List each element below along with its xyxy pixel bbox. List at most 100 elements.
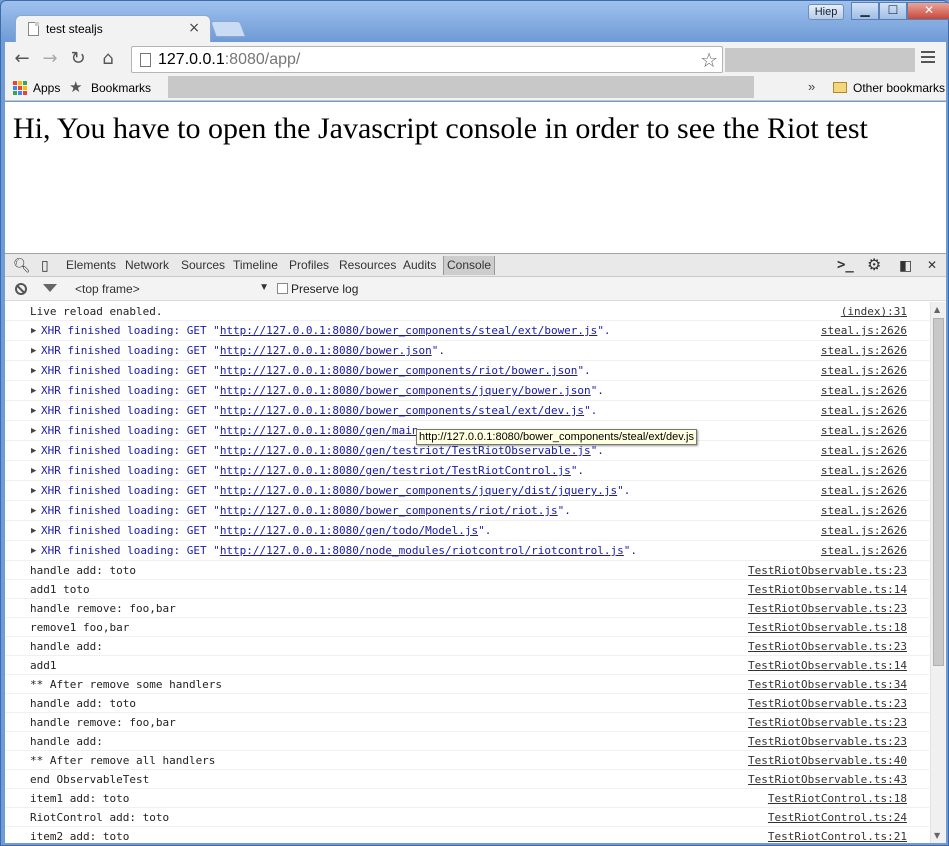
apps-link[interactable]: Apps xyxy=(33,81,60,95)
tab-audits[interactable]: Audits xyxy=(403,258,436,272)
minimize-button[interactable]: ▁ xyxy=(851,2,879,20)
console-xhr-row[interactable]: ▶ XHR finished loading: GET "http://127.0… xyxy=(5,361,929,381)
source-link[interactable]: TestRiotControl.ts:18 xyxy=(768,789,907,808)
resource-link[interactable]: http://127.0.0.1:8080/node_modules/riotc… xyxy=(220,544,624,557)
expand-triangle-icon[interactable]: ▶ xyxy=(31,401,36,421)
source-link[interactable]: TestRiotObservable.ts:23 xyxy=(748,732,907,751)
console-xhr-row[interactable]: ▶ XHR finished loading: GET "http://127.0… xyxy=(5,381,929,401)
console-xhr-row[interactable]: ▶ XHR finished loading: GET "http://127.0… xyxy=(5,401,929,421)
console-scrollbar[interactable]: ▲ ▼ xyxy=(930,302,946,843)
source-link[interactable]: TestRiotObservable.ts:40 xyxy=(748,751,907,770)
console-xhr-row[interactable]: ▶ XHR finished loading: GET "http://127.0… xyxy=(5,341,929,361)
console-xhr-row[interactable]: ▶ XHR finished loading: GET "http://127.0… xyxy=(5,541,929,561)
bookmarks-link[interactable]: Bookmarks xyxy=(91,81,151,95)
scroll-up-icon[interactable]: ▲ xyxy=(934,305,940,314)
browser-tab[interactable]: test stealjs × xyxy=(15,15,211,43)
profile-badge[interactable]: Hiep xyxy=(808,4,844,20)
console-xhr-row[interactable]: ▶ XHR finished loading: GET "http://127.0… xyxy=(5,461,929,481)
resource-link[interactable]: http://127.0.0.1:8080/bower_components/j… xyxy=(220,384,591,397)
gear-icon[interactable]: ⚙ xyxy=(867,255,881,275)
source-link[interactable]: TestRiotObservable.ts:23 xyxy=(748,561,907,580)
bookmarks-overflow-icon[interactable]: » xyxy=(808,79,815,94)
resource-link[interactable]: http://127.0.0.1:8080/bower_components/j… xyxy=(220,484,617,497)
device-mode-icon[interactable]: ▯ xyxy=(41,257,49,274)
source-link[interactable]: TestRiotObservable.ts:18 xyxy=(748,618,907,637)
source-link[interactable]: steal.js:2626 xyxy=(821,361,907,381)
scroll-down-icon[interactable]: ▼ xyxy=(934,831,940,840)
inspect-search-icon[interactable]: 🔍︎ xyxy=(13,257,31,274)
resource-link[interactable]: http://127.0.0.1:8080/gen/testriot/TestR… xyxy=(220,444,591,457)
source-link[interactable]: steal.js:2626 xyxy=(821,381,907,401)
resource-link[interactable]: http://127.0.0.1:8080/bower_components/s… xyxy=(220,404,584,417)
address-bar[interactable]: 127.0.0.1:8080/app/ ☆ xyxy=(131,46,723,73)
resource-link[interactable]: http://127.0.0.1:8080/bower_components/r… xyxy=(220,364,578,377)
tab-network[interactable]: Network xyxy=(125,258,169,272)
source-link[interactable]: TestRiotObservable.ts:34 xyxy=(748,675,907,694)
source-link[interactable]: TestRiotControl.ts:21 xyxy=(768,827,907,843)
source-link[interactable]: steal.js:2626 xyxy=(821,521,907,541)
tab-timeline[interactable]: Timeline xyxy=(233,258,278,272)
other-bookmarks-link[interactable]: Other bookmarks xyxy=(853,81,945,95)
bookmark-star-icon[interactable]: ☆ xyxy=(700,48,718,72)
expand-triangle-icon[interactable]: ▶ xyxy=(31,481,36,501)
expand-triangle-icon[interactable]: ▶ xyxy=(31,521,36,541)
home-icon[interactable]: ⌂ xyxy=(97,48,119,70)
console-xhr-row[interactable]: ▶ XHR finished loading: GET "http://127.0… xyxy=(5,501,929,521)
tab-profiles[interactable]: Profiles xyxy=(289,258,329,272)
source-link[interactable]: TestRiotObservable.ts:43 xyxy=(748,770,907,789)
frame-select[interactable]: <top frame> ▼ xyxy=(75,282,269,296)
maximize-button[interactable]: ☐ xyxy=(879,2,907,20)
scrollbar-thumb[interactable] xyxy=(933,318,944,666)
source-link[interactable]: TestRiotControl.ts:24 xyxy=(768,808,907,827)
source-link[interactable]: steal.js:2626 xyxy=(821,481,907,501)
resource-link[interactable]: http://127.0.0.1:8080/gen/main xyxy=(220,424,419,437)
expand-triangle-icon[interactable]: ▶ xyxy=(31,381,36,401)
reload-icon[interactable]: ↻ xyxy=(67,48,89,70)
back-icon[interactable]: ← xyxy=(11,48,33,70)
resource-link[interactable]: http://127.0.0.1:8080/bower_components/r… xyxy=(220,504,558,517)
new-tab-button[interactable] xyxy=(210,21,246,37)
source-link[interactable]: TestRiotObservable.ts:14 xyxy=(748,656,907,675)
tab-console[interactable]: Console xyxy=(443,256,496,275)
expand-triangle-icon[interactable]: ▶ xyxy=(31,461,36,481)
tab-elements[interactable]: Elements xyxy=(66,258,116,272)
source-link[interactable]: steal.js:2626 xyxy=(821,401,907,421)
source-link[interactable]: TestRiotObservable.ts:23 xyxy=(748,599,907,618)
menu-icon[interactable] xyxy=(921,51,935,65)
close-window-button[interactable]: ✕ xyxy=(907,2,949,20)
console-xhr-row[interactable]: ▶ XHR finished loading: GET "http://127.0… xyxy=(5,321,929,341)
expand-triangle-icon[interactable]: ▶ xyxy=(31,501,36,521)
tab-close-icon[interactable]: × xyxy=(188,20,200,36)
source-link[interactable]: TestRiotObservable.ts:23 xyxy=(748,713,907,732)
console-xhr-row[interactable]: ▶ XHR finished loading: GET "http://127.0… xyxy=(5,521,929,541)
expand-triangle-icon[interactable]: ▶ xyxy=(31,321,36,341)
console-drawer-icon[interactable]: >_ xyxy=(837,257,854,273)
source-link[interactable]: steal.js:2626 xyxy=(821,541,907,561)
source-link[interactable]: steal.js:2626 xyxy=(821,321,907,341)
forward-icon[interactable]: → xyxy=(39,48,61,70)
source-link[interactable]: steal.js:2626 xyxy=(821,421,907,441)
tab-resources[interactable]: Resources xyxy=(339,258,396,272)
expand-triangle-icon[interactable]: ▶ xyxy=(31,361,36,381)
source-link[interactable]: TestRiotObservable.ts:23 xyxy=(748,637,907,656)
source-link[interactable]: TestRiotObservable.ts:14 xyxy=(748,580,907,599)
resource-link[interactable]: http://127.0.0.1:8080/bower_components/s… xyxy=(220,324,598,337)
source-link[interactable]: steal.js:2626 xyxy=(821,441,907,461)
source-link[interactable]: steal.js:2626 xyxy=(821,501,907,521)
source-link[interactable]: (index):31 xyxy=(841,302,907,321)
expand-triangle-icon[interactable]: ▶ xyxy=(31,541,36,561)
clear-console-icon[interactable] xyxy=(15,283,27,295)
source-link[interactable]: TestRiotObservable.ts:23 xyxy=(748,694,907,713)
filter-icon[interactable] xyxy=(43,284,57,292)
expand-triangle-icon[interactable]: ▶ xyxy=(31,341,36,361)
console-xhr-row[interactable]: ▶ XHR finished loading: GET "http://127.0… xyxy=(5,481,929,501)
tab-sources[interactable]: Sources xyxy=(181,258,225,272)
source-link[interactable]: steal.js:2626 xyxy=(821,341,907,361)
resource-link[interactable]: http://127.0.0.1:8080/gen/testriot/TestR… xyxy=(220,464,571,477)
close-devtools-icon[interactable]: ✕ xyxy=(927,258,937,272)
expand-triangle-icon[interactable]: ▶ xyxy=(31,441,36,461)
resource-link[interactable]: http://127.0.0.1:8080/gen/todo/Model.js xyxy=(220,524,478,537)
expand-triangle-icon[interactable]: ▶ xyxy=(31,421,36,441)
source-link[interactable]: steal.js:2626 xyxy=(821,461,907,481)
resource-link[interactable]: http://127.0.0.1:8080/bower.json xyxy=(220,344,432,357)
